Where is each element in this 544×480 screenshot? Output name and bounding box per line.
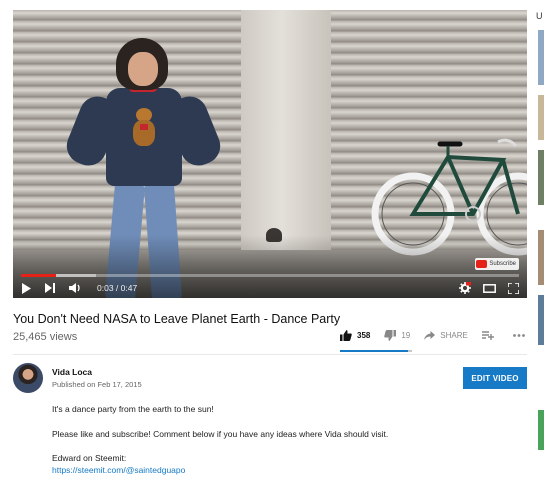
- total-time: 0:47: [120, 283, 138, 293]
- next-icon: [45, 283, 55, 293]
- gear-icon: [459, 282, 471, 294]
- related-video-thumbnail[interactable]: [538, 410, 544, 450]
- played-bar: [21, 274, 56, 277]
- channel-avatar[interactable]: [13, 363, 43, 393]
- fullscreen-button[interactable]: [508, 282, 519, 294]
- player-controls: 0:03 / 0:47: [13, 278, 527, 298]
- related-video-thumbnail[interactable]: [538, 95, 544, 140]
- add-to-playlist-button[interactable]: [481, 331, 499, 340]
- video-title: You Don't Need NASA to Leave Planet Eart…: [13, 312, 341, 326]
- volume-icon: [69, 283, 80, 293]
- related-video-thumbnail[interactable]: [538, 230, 544, 285]
- like-ratio-fill: [340, 350, 409, 352]
- thumbs-up-icon: [340, 330, 352, 341]
- current-time: 0:03: [97, 283, 114, 293]
- video-actions: 358 19 SHARE: [340, 330, 530, 341]
- more-actions-button[interactable]: [512, 334, 530, 337]
- related-video-thumbnail[interactable]: [538, 150, 544, 205]
- playlist-add-icon: [481, 331, 494, 340]
- description-line: Please like and subscribe! Comment below…: [52, 429, 389, 439]
- view-count: 25,465 views: [13, 331, 78, 343]
- video-player[interactable]: Subscribe 0:03 / 0:47: [13, 10, 527, 298]
- sidebar-heading-fragment: U: [536, 11, 543, 21]
- play-button[interactable]: [21, 282, 31, 294]
- edit-video-button[interactable]: EDIT VIDEO: [463, 367, 527, 389]
- share-arrow-icon: [424, 331, 436, 340]
- theater-icon: [483, 283, 496, 293]
- related-video-thumbnail[interactable]: [538, 30, 544, 85]
- fullscreen-icon: [508, 282, 519, 294]
- publish-date: Published on Feb 17, 2015: [52, 380, 142, 389]
- youtube-logo-icon: [476, 260, 488, 268]
- like-button[interactable]: 358: [340, 330, 370, 341]
- steemit-link[interactable]: https://steemit.com/@saintedguapo: [52, 465, 185, 475]
- like-count: 358: [357, 331, 371, 340]
- description-line: It's a dance party from the earth to the…: [52, 404, 214, 414]
- description-line: Edward on Steemit:: [52, 453, 127, 463]
- divider: [13, 354, 527, 355]
- progress-bar[interactable]: [21, 274, 519, 277]
- time-display: 0:03 / 0:47: [97, 283, 137, 293]
- like-ratio-bar: [340, 350, 412, 352]
- next-button[interactable]: [45, 283, 55, 293]
- related-sidebar: U: [536, 0, 544, 480]
- settings-button[interactable]: [459, 282, 471, 294]
- dislike-count: 19: [401, 331, 411, 340]
- concrete-pillar: [241, 10, 331, 260]
- related-video-thumbnail[interactable]: [538, 295, 544, 345]
- volume-button[interactable]: [69, 283, 81, 293]
- share-button[interactable]: SHARE: [424, 331, 468, 340]
- play-icon: [22, 282, 31, 294]
- thumbs-down-icon: [384, 330, 397, 341]
- subscribe-watermark[interactable]: Subscribe: [475, 258, 519, 270]
- watermark-label: Subscribe: [489, 261, 516, 267]
- theater-mode-button[interactable]: [483, 283, 496, 293]
- more-dots-icon: [512, 334, 525, 337]
- share-label: SHARE: [440, 331, 468, 340]
- channel-name[interactable]: Vida Loca: [52, 367, 92, 377]
- video-frame: [13, 10, 527, 298]
- dislike-button[interactable]: 19: [384, 330, 410, 341]
